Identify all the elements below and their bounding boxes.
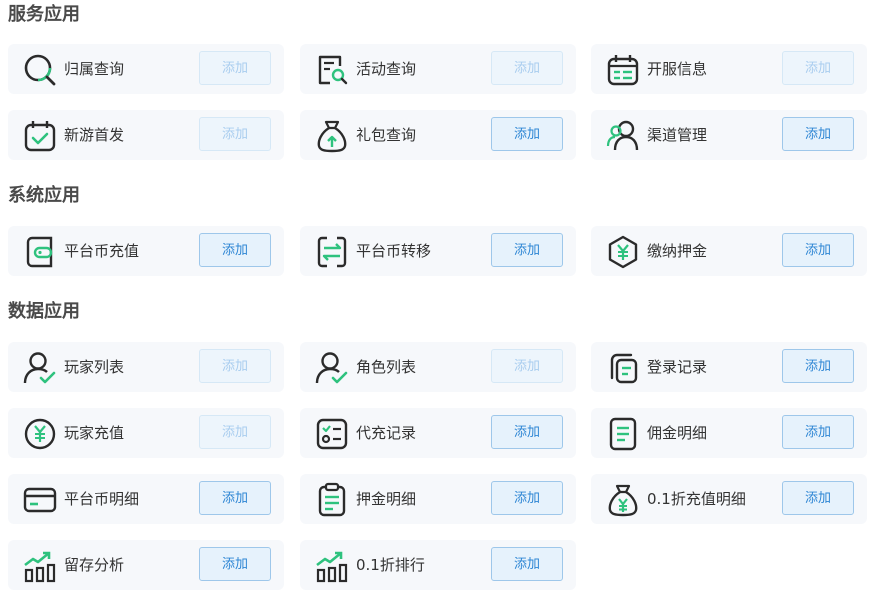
app-card-activity-query: 活动查询 添加 [300,44,576,94]
app-label: 平台币充值 [64,242,140,260]
app-label: 平台币转移 [356,242,432,260]
add-button-discount-recharge-details[interactable]: 添加 [782,481,854,515]
calendar-check-icon [22,118,58,154]
app-card-gift-query: 礼包查询 添加 [300,110,576,160]
app-card-ownership-query: 归属查询 添加 [8,44,284,94]
bar-chart-icon [314,548,350,584]
app-card-commission-details: 佣金明细 添加 [591,408,867,458]
app-card-deposit-details: 押金明细 添加 [300,474,576,524]
app-label: 押金明细 [356,490,417,508]
add-button-coin-details[interactable]: 添加 [199,481,271,515]
app-card-login-records: 登录记录 添加 [591,342,867,392]
add-button-discount-ranking[interactable]: 添加 [491,547,563,581]
bar-chart-icon [22,548,58,584]
add-button-activity-query[interactable]: 添加 [491,51,563,85]
app-card-player-list: 玩家列表 添加 [8,342,284,392]
user-check-icon [22,350,58,386]
add-button-deposit-details[interactable]: 添加 [491,481,563,515]
copy-document-icon [605,350,641,386]
yuan-hexagon-icon [605,234,641,270]
money-bag-yuan-icon [605,482,641,518]
app-label: 登录记录 [647,358,708,376]
app-label: 0.1折排行 [356,556,425,574]
app-label: 礼包查询 [356,126,417,144]
app-card-channel-management: 渠道管理 添加 [591,110,867,160]
transfer-icon [314,234,350,270]
app-card-server-info: 开服信息 添加 [591,44,867,94]
app-card-new-game-launch: 新游首发 添加 [8,110,284,160]
app-card-player-recharge: 玩家充值 添加 [8,408,284,458]
add-button-ownership-query[interactable]: 添加 [199,51,271,85]
app-label: 代充记录 [356,424,417,442]
app-label: 0.1折充值明细 [647,490,746,508]
app-label: 角色列表 [356,358,417,376]
app-card-coin-transfer: 平台币转移 添加 [300,226,576,276]
card-icon [22,482,58,518]
add-button-gift-query[interactable]: 添加 [491,117,563,151]
add-button-player-list[interactable]: 添加 [199,349,271,383]
add-button-commission-details[interactable]: 添加 [782,415,854,449]
add-button-role-list[interactable]: 添加 [491,349,563,383]
add-button-channel-management[interactable]: 添加 [782,117,854,151]
add-button-login-records[interactable]: 添加 [782,349,854,383]
app-card-pay-deposit: 缴纳押金 添加 [591,226,867,276]
add-button-player-recharge[interactable]: 添加 [199,415,271,449]
app-card-retention-analysis: 留存分析 添加 [8,540,284,590]
user-check-icon [314,350,350,386]
app-label: 活动查询 [356,60,417,78]
add-button-coin-transfer[interactable]: 添加 [491,233,563,267]
add-button-new-game-launch[interactable]: 添加 [199,117,271,151]
calendar-icon [605,52,641,88]
app-card-coin-details: 平台币明细 添加 [8,474,284,524]
add-button-pay-deposit[interactable]: 添加 [782,233,854,267]
yuan-circle-icon [22,416,58,452]
checklist-icon [314,416,350,452]
app-card-proxy-recharge-records: 代充记录 添加 [300,408,576,458]
app-label: 佣金明细 [647,424,708,442]
add-button-server-info[interactable]: 添加 [782,51,854,85]
app-label: 平台币明细 [64,490,140,508]
app-card-discount-ranking: 0.1折排行 添加 [300,540,576,590]
app-label: 留存分析 [64,556,125,574]
section-title-system: 系统应用 [8,185,80,206]
section-title-data: 数据应用 [8,301,80,322]
app-card-discount-recharge-details: 0.1折充值明细 添加 [591,474,867,524]
money-bag-icon [314,118,350,154]
app-label: 开服信息 [647,60,708,78]
app-label: 归属查询 [64,60,125,78]
app-label: 新游首发 [64,126,125,144]
app-label: 玩家列表 [64,358,125,376]
app-label: 玩家充值 [64,424,125,442]
app-card-role-list: 角色列表 添加 [300,342,576,392]
app-label: 渠道管理 [647,126,708,144]
document-lines-icon [605,416,641,452]
clipboard-icon [314,482,350,518]
add-button-proxy-recharge-records[interactable]: 添加 [491,415,563,449]
add-button-retention-analysis[interactable]: 添加 [199,547,271,581]
users-icon [605,118,641,154]
wallet-icon [22,234,58,270]
document-search-icon [314,52,350,88]
section-title-service: 服务应用 [8,4,80,25]
magnifier-icon [22,52,58,88]
app-label: 缴纳押金 [647,242,708,260]
app-card-coin-recharge: 平台币充值 添加 [8,226,284,276]
add-button-coin-recharge[interactable]: 添加 [199,233,271,267]
